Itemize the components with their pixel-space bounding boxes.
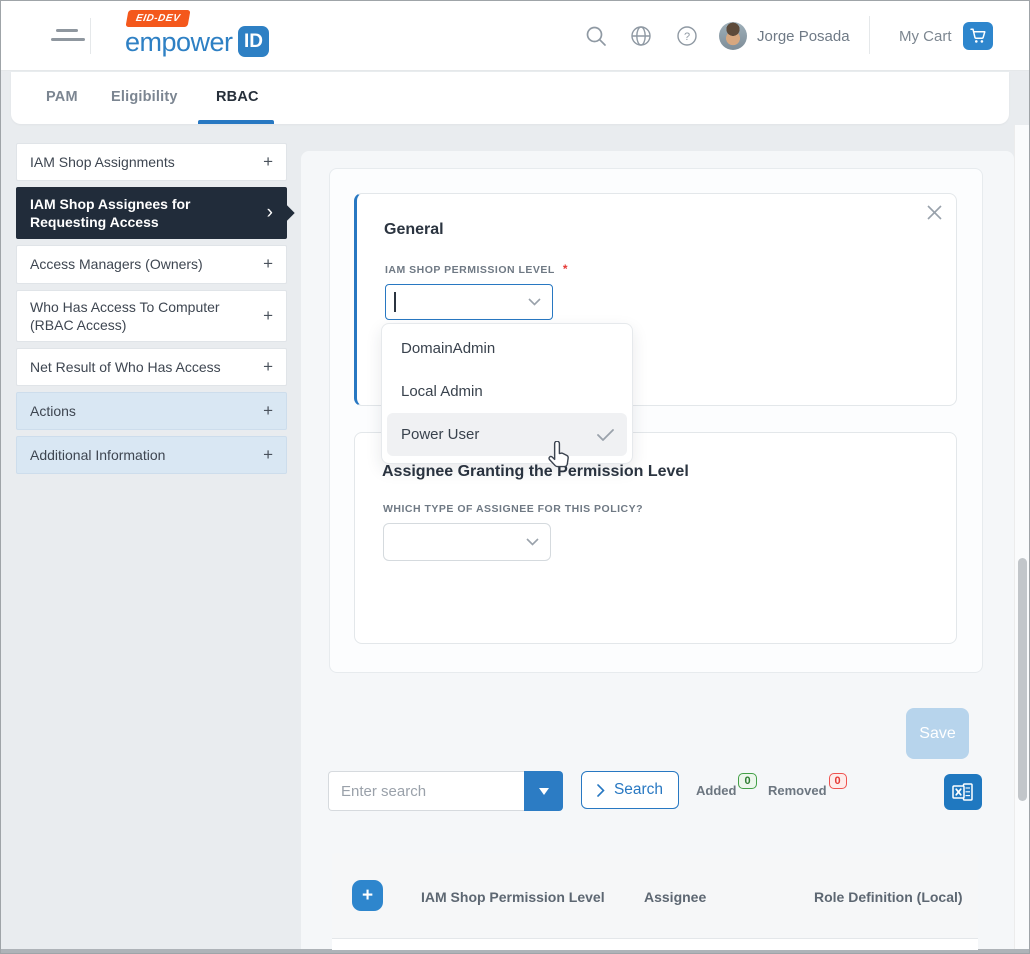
permission-level-label: IAM SHOP PERMISSION LEVEL * bbox=[385, 262, 568, 276]
cart-button[interactable] bbox=[963, 22, 993, 50]
sidebar-item-label: Actions bbox=[30, 402, 76, 420]
sidebar-item-label: Additional Information bbox=[30, 446, 165, 464]
triangle-down-icon bbox=[539, 788, 549, 795]
expand-plus-icon: + bbox=[263, 305, 273, 327]
excel-icon bbox=[952, 782, 974, 802]
added-count-badge: 0 bbox=[738, 773, 756, 789]
header-divider bbox=[90, 18, 91, 54]
assignee-type-label: WHICH TYPE OF ASSIGNEE FOR THIS POLICY? bbox=[383, 503, 643, 515]
expand-plus-icon: + bbox=[263, 444, 273, 466]
assignee-type-combobox[interactable] bbox=[383, 523, 551, 561]
help-icon[interactable]: ? bbox=[676, 25, 698, 47]
sidebar-item-label: Net Result of Who Has Access bbox=[30, 358, 221, 376]
expand-plus-icon: + bbox=[263, 400, 273, 422]
removed-count-badge: 0 bbox=[829, 773, 847, 789]
search-scope-dropdown-button[interactable] bbox=[524, 771, 563, 811]
vertical-scrollbar-track[interactable] bbox=[1014, 125, 1030, 949]
vertical-scrollbar-thumb[interactable] bbox=[1018, 558, 1027, 801]
search-button[interactable]: Search bbox=[581, 771, 679, 809]
table-row bbox=[332, 939, 978, 950]
expand-plus-icon: + bbox=[263, 253, 273, 275]
user-avatar[interactable] bbox=[719, 22, 747, 50]
sidebar-item-actions[interactable]: Actions + bbox=[16, 392, 287, 430]
sidebar-item-iam-shop-assignees[interactable]: IAM Shop Assignees for Requesting Access… bbox=[16, 187, 287, 239]
column-header-assignee: Assignee bbox=[644, 889, 706, 905]
close-button[interactable] bbox=[922, 202, 946, 226]
sidebar-item-access-managers[interactable]: Access Managers (Owners) + bbox=[16, 245, 287, 283]
sidebar-item-label: Access Managers (Owners) bbox=[30, 255, 203, 273]
tab-pam[interactable]: PAM bbox=[46, 89, 78, 105]
option-domainadmin[interactable]: DomainAdmin bbox=[387, 327, 627, 370]
general-section-title: General bbox=[384, 221, 444, 239]
tab-rbac[interactable]: RBAC bbox=[216, 89, 259, 105]
chevron-down-icon bbox=[526, 533, 539, 551]
check-icon bbox=[597, 429, 614, 441]
save-button[interactable]: Save bbox=[906, 708, 969, 759]
expand-plus-icon: + bbox=[263, 356, 273, 378]
globe-icon[interactable] bbox=[630, 25, 652, 47]
table-header-row: + IAM Shop Permission Level Assignee Rol… bbox=[332, 853, 978, 939]
assignee-section-title: Assignee Granting the Permission Level bbox=[382, 463, 689, 481]
sidebar-item-label: IAM Shop Assignees for Requesting Access bbox=[30, 195, 259, 231]
add-assignment-button[interactable]: + bbox=[352, 880, 383, 911]
search-button-label: Search bbox=[614, 781, 663, 799]
sidebar-item-net-result[interactable]: Net Result of Who Has Access + bbox=[16, 348, 287, 386]
text-caret bbox=[394, 292, 396, 312]
label-text: IAM SHOP PERMISSION LEVEL bbox=[385, 264, 555, 276]
top-header: EID-DEV empower ID ? Jorge Posada My Car… bbox=[1, 1, 1029, 71]
option-label: Power User bbox=[401, 426, 479, 443]
empowerid-rbac-page: EID-DEV empower ID ? Jorge Posada My Car… bbox=[0, 0, 1030, 954]
svg-text:?: ? bbox=[684, 31, 690, 43]
hand-cursor bbox=[546, 441, 569, 473]
sidebar-item-additional-information[interactable]: Additional Information + bbox=[16, 436, 287, 474]
chevron-right-icon bbox=[597, 784, 605, 797]
permission-level-dropdown: DomainAdmin Local Admin Power User bbox=[381, 323, 633, 464]
menu-icon[interactable] bbox=[51, 27, 87, 45]
cart-icon bbox=[970, 28, 987, 44]
search-input[interactable] bbox=[328, 771, 524, 811]
option-local-admin[interactable]: Local Admin bbox=[387, 370, 627, 413]
assignees-table: + IAM Shop Permission Level Assignee Rol… bbox=[332, 853, 978, 950]
sidebar-item-iam-shop-assignments[interactable]: IAM Shop Assignments + bbox=[16, 143, 287, 181]
brand-name: empower bbox=[125, 27, 233, 58]
environment-badge: EID-DEV bbox=[126, 10, 191, 27]
expand-plus-icon: + bbox=[263, 151, 273, 173]
option-label: DomainAdmin bbox=[401, 340, 495, 357]
header-divider bbox=[869, 16, 870, 54]
column-header-permission-level: IAM Shop Permission Level bbox=[421, 889, 605, 905]
section-tabbar: PAM Eligibility RBAC bbox=[11, 72, 1009, 124]
added-counter: Added 0 bbox=[696, 773, 757, 798]
empowerid-logo[interactable]: EID-DEV empower ID bbox=[119, 6, 279, 66]
removed-counter: Removed 0 bbox=[768, 773, 847, 798]
column-header-role-definition: Role Definition (Local) bbox=[814, 889, 963, 905]
option-power-user[interactable]: Power User bbox=[387, 413, 627, 456]
active-tab-underline bbox=[198, 120, 274, 124]
required-asterisk: * bbox=[563, 262, 568, 276]
tab-eligibility[interactable]: Eligibility bbox=[111, 89, 178, 105]
added-label: Added bbox=[696, 783, 736, 798]
user-name[interactable]: Jorge Posada bbox=[757, 28, 850, 45]
search-icon[interactable] bbox=[585, 25, 607, 47]
brand-id-mark: ID bbox=[238, 26, 269, 57]
permission-level-combobox[interactable] bbox=[385, 284, 553, 320]
close-icon bbox=[926, 204, 943, 221]
option-label: Local Admin bbox=[401, 383, 483, 400]
sidebar-item-label: IAM Shop Assignments bbox=[30, 153, 175, 171]
export-excel-button[interactable] bbox=[944, 774, 982, 810]
chevron-down-icon bbox=[528, 293, 541, 311]
removed-label: Removed bbox=[768, 783, 827, 798]
sidebar-item-who-has-access[interactable]: Who Has Access To Computer (RBAC Access)… bbox=[16, 290, 287, 342]
my-cart-label[interactable]: My Cart bbox=[899, 28, 952, 45]
sidebar: IAM Shop Assignments + IAM Shop Assignee… bbox=[16, 143, 287, 480]
sidebar-item-label: Who Has Access To Computer (RBAC Access) bbox=[30, 298, 255, 334]
